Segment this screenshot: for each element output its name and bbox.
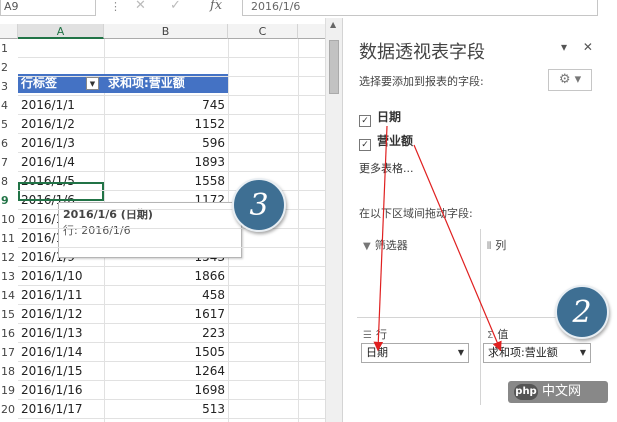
row-header[interactable]: 15: [0, 305, 18, 324]
table-cell-date[interactable]: 2016/1/13: [18, 324, 104, 343]
table-cell-date[interactable]: 2016/1/10: [18, 267, 104, 286]
tooltip-detail: 行: 2016/1/6: [63, 224, 131, 237]
table-cell-date[interactable]: 2016/1/14: [18, 343, 104, 362]
field-date-label: 日期: [377, 110, 402, 124]
callout-step-3: 3: [232, 178, 286, 232]
row-header[interactable]: 8: [0, 172, 18, 191]
table-cell-amount[interactable]: 458: [104, 286, 228, 305]
formula-bar: A9 ⋮ ✕ ✓ fx 2016/1/6: [0, 0, 617, 19]
filters-area-label: 筛选器: [374, 239, 408, 252]
table-cell-amount[interactable]: 596: [104, 134, 228, 153]
chevron-down-icon: ▼: [579, 348, 586, 357]
row-header[interactable]: 1: [0, 39, 18, 58]
watermark-logo: php 中文网: [508, 381, 608, 403]
table-cell-date[interactable]: 2016/1/4: [18, 153, 104, 172]
table-cell-amount[interactable]: 1264: [104, 362, 228, 381]
table-cell-date[interactable]: 2016/1/11: [18, 286, 104, 305]
row-header[interactable]: 6: [0, 134, 18, 153]
select-all-corner[interactable]: [0, 24, 18, 39]
chevron-down-icon: ▼: [457, 348, 464, 357]
row-header[interactable]: 12: [0, 248, 18, 267]
more-tables-link[interactable]: 更多表格...: [359, 160, 414, 176]
sigma-icon: Σ: [487, 330, 494, 341]
table-cell-amount[interactable]: 1866: [104, 267, 228, 286]
table-cell-amount[interactable]: 1152: [104, 115, 228, 134]
row-header[interactable]: 2: [0, 58, 18, 77]
table-cell-amount[interactable]: 1617: [104, 305, 228, 324]
watermark-text: 中文网: [542, 384, 582, 399]
table-cell-amount[interactable]: 1893: [104, 153, 228, 172]
cancel-confirm-icons[interactable]: ✕ ✓: [135, 0, 191, 13]
rows-field-dropdown[interactable]: 日期 ▼: [361, 343, 469, 363]
table-cell-amount[interactable]: 513: [104, 400, 228, 419]
row-header[interactable]: 19: [0, 381, 18, 400]
field-tooltip: 2016/1/6 (日期) 行: 2016/1/6: [58, 202, 242, 258]
column-header-a[interactable]: A: [18, 24, 104, 39]
field-date[interactable]: ✓ 日期: [359, 108, 402, 127]
row-header[interactable]: 9: [0, 191, 18, 210]
row-header[interactable]: 5: [0, 115, 18, 134]
field-revenue[interactable]: ✓ 营业额: [359, 132, 414, 151]
table-cell-amount[interactable]: 745: [104, 96, 228, 115]
row-header[interactable]: 18: [0, 362, 18, 381]
insert-function-icon[interactable]: fx: [210, 0, 222, 13]
row-header[interactable]: 4: [0, 96, 18, 115]
pivot-field-pane: 数据透视表字段 ▾ ✕ 选择要添加到报表的字段: ⚙ ▾ ✓ 日期 ✓ 营业额 更多…: [342, 18, 617, 422]
row-header[interactable]: 3: [0, 77, 18, 96]
table-cell-amount[interactable]: 1558: [104, 172, 228, 191]
field-revenue-label: 营业额: [377, 134, 414, 148]
rows-field-label: 日期: [366, 346, 388, 359]
table-cell-date[interactable]: 2016/1/12: [18, 305, 104, 324]
table-cell-amount[interactable]: 1698: [104, 381, 228, 400]
pane-close-controls[interactable]: ▾ ✕: [561, 40, 599, 54]
table-cell-date[interactable]: 2016/1/2: [18, 115, 104, 134]
drag-hint-text: 在以下区域间拖动字段:: [359, 207, 473, 220]
formula-input[interactable]: 2016/1/6: [242, 0, 598, 16]
row-header[interactable]: 14: [0, 286, 18, 305]
pivot-row-labels-text: 行标签: [21, 76, 58, 90]
filter-icon: ▼: [363, 241, 371, 252]
table-cell-date[interactable]: 2016/1/16: [18, 381, 104, 400]
row-header[interactable]: 20: [0, 400, 18, 419]
table-cell-date[interactable]: 2016/1/15: [18, 362, 104, 381]
gear-icon[interactable]: ⚙ ▾: [548, 69, 592, 91]
column-header-b[interactable]: B: [104, 24, 228, 39]
row-header[interactable]: 11: [0, 229, 18, 248]
checkbox-checked-icon[interactable]: ✓: [359, 139, 371, 151]
rows-area-label: 行: [375, 328, 387, 341]
name-box[interactable]: A9: [0, 0, 96, 16]
active-cell[interactable]: [18, 182, 104, 201]
table-cell-date[interactable]: 2016/1/17: [18, 400, 104, 419]
pane-title: 数据透视表字段: [359, 42, 485, 63]
pane-subtitle: 选择要添加到报表的字段:: [359, 75, 484, 88]
scroll-thumb[interactable]: [329, 40, 339, 94]
row-header[interactable]: 10: [0, 210, 18, 229]
row-header[interactable]: 17: [0, 343, 18, 362]
row-header[interactable]: 16: [0, 324, 18, 343]
rows-icon: ☰: [363, 330, 372, 341]
table-cell-date[interactable]: 2016/1/1: [18, 96, 104, 115]
table-cell-amount[interactable]: 223: [104, 324, 228, 343]
formula-bar-grip-icon: ⋮: [110, 0, 121, 13]
row-header[interactable]: 13: [0, 267, 18, 286]
values-field-dropdown[interactable]: 求和项:营业额 ▼: [483, 343, 591, 363]
watermark-badge: php: [514, 384, 538, 400]
pivot-values-text: 求和项:营业额: [108, 76, 185, 90]
filters-area[interactable]: ▼ 筛选器: [357, 229, 479, 317]
values-area-label: 值: [497, 328, 509, 341]
column-header-c[interactable]: C: [228, 24, 298, 39]
row-header[interactable]: 7: [0, 153, 18, 172]
scroll-up-icon[interactable]: ▲: [330, 20, 336, 29]
table-cell-amount[interactable]: 1505: [104, 343, 228, 362]
column-header-d[interactable]: [298, 24, 325, 39]
callout-step-2: 2: [555, 285, 609, 339]
columns-area-label: 列: [495, 239, 507, 252]
filter-dropdown-icon[interactable]: ▼: [86, 77, 99, 90]
values-field-label: 求和项:营业额: [488, 346, 558, 359]
vertical-scrollbar[interactable]: ▲: [325, 18, 343, 422]
table-cell-date[interactable]: 2016/1/3: [18, 134, 104, 153]
columns-icon: ⫴: [487, 241, 492, 252]
checkbox-checked-icon[interactable]: ✓: [359, 115, 371, 127]
